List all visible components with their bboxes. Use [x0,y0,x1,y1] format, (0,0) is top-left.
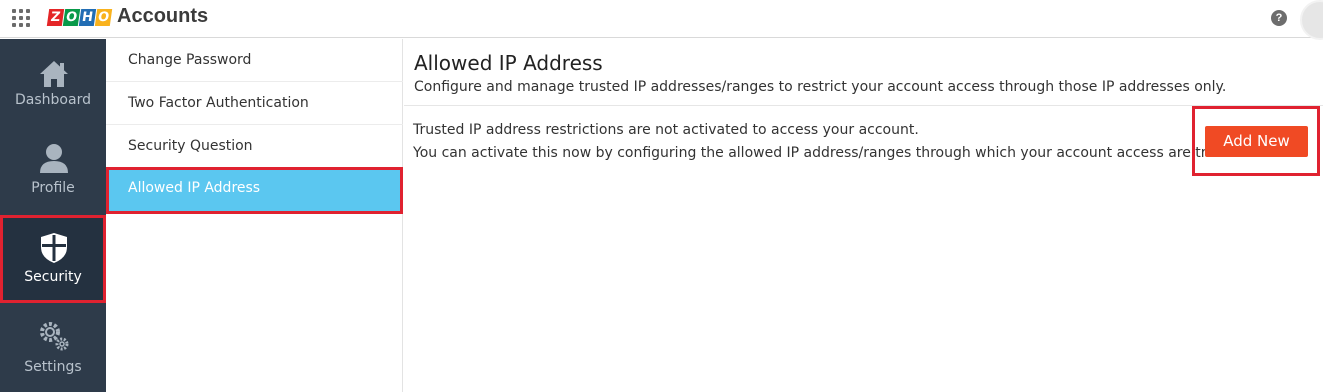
notice-text-line2: You can activate this now by configuring… [413,145,1251,161]
sidebar-item-settings[interactable]: Settings [0,303,106,391]
logo-letter-h: H [78,8,97,26]
security-submenu: Change Password Two Factor Authenticatio… [106,39,403,392]
help-icon[interactable]: ? [1271,10,1287,26]
logo-letter-o2: O [94,8,113,26]
sidebar-item-profile[interactable]: Profile [0,127,106,215]
sidebar-label-profile: Profile [31,180,75,196]
notice-text-line1: Trusted IP address restrictions are not … [413,122,919,138]
user-icon [40,144,68,173]
submenu-item-allowed-ip[interactable]: Allowed IP Address [106,167,403,214]
submenu-item-two-factor[interactable]: Two Factor Authentication [106,82,403,125]
logo-letter-o: O [62,8,81,26]
sidebar: Dashboard Profile Security Settings [0,39,106,392]
sidebar-label-settings: Settings [24,359,82,375]
app-grid-icon[interactable] [12,9,30,27]
shield-icon [41,233,67,263]
submenu-item-change-password[interactable]: Change Password [106,39,403,82]
top-bar: Z O H O Accounts ? [0,0,1323,40]
zoho-logo[interactable]: Z O H O [46,6,113,28]
logo-letter-z: Z [46,8,65,26]
sidebar-label-security: Security [24,269,82,285]
gear-icon [40,322,69,351]
sidebar-item-security[interactable]: Security [0,215,106,303]
page-title: Allowed IP Address [414,51,603,75]
home-icon [40,61,68,87]
sidebar-label-dashboard: Dashboard [15,92,91,108]
app-title: Accounts [117,5,209,27]
submenu-item-security-question[interactable]: Security Question [106,125,403,168]
avatar[interactable] [1300,0,1323,40]
main-content: Allowed IP Address Configure and manage … [404,39,1323,392]
divider [404,105,1323,106]
add-new-button[interactable]: Add New [1205,126,1308,157]
sidebar-item-dashboard[interactable]: Dashboard [0,39,106,127]
page-description: Configure and manage trusted IP addresse… [414,79,1227,95]
